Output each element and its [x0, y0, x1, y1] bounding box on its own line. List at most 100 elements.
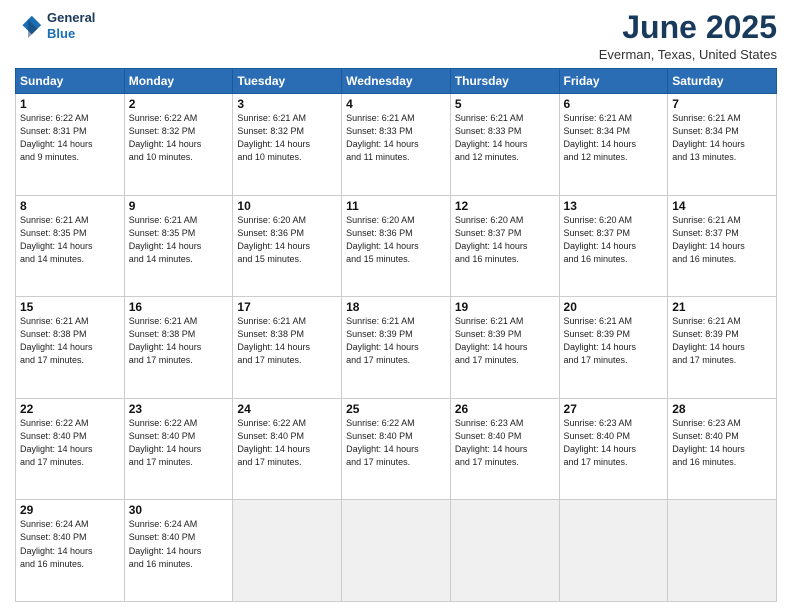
calendar-cell: 8Sunrise: 6:21 AM Sunset: 8:35 PM Daylig…	[16, 195, 125, 297]
day-info: Sunrise: 6:21 AM Sunset: 8:34 PM Dayligh…	[672, 112, 772, 164]
calendar-cell: 23Sunrise: 6:22 AM Sunset: 8:40 PM Dayli…	[124, 398, 233, 500]
calendar-cell: 15Sunrise: 6:21 AM Sunset: 8:38 PM Dayli…	[16, 297, 125, 399]
weekday-header-row: SundayMondayTuesdayWednesdayThursdayFrid…	[16, 69, 777, 94]
calendar-cell: 11Sunrise: 6:20 AM Sunset: 8:36 PM Dayli…	[342, 195, 451, 297]
day-number: 23	[129, 402, 229, 416]
week-row-3: 15 Sunrise: 6:21 AM Sunset: 8:38 PM Dayli…	[16, 297, 777, 399]
calendar-cell: 19Sunrise: 6:21 AM Sunset: 8:39 PM Dayli…	[450, 297, 559, 399]
day-info: Sunrise: 6:22 AM Sunset: 8:40 PM Dayligh…	[20, 417, 120, 469]
day-number: 4	[346, 97, 446, 111]
day-info: Sunrise: 6:23 AM Sunset: 8:40 PM Dayligh…	[564, 417, 664, 469]
day-info: Sunrise: 6:21 AM Sunset: 8:38 PM Dayligh…	[237, 315, 337, 367]
calendar-cell: 9Sunrise: 6:21 AM Sunset: 8:35 PM Daylig…	[124, 195, 233, 297]
calendar-cell: 5Sunrise: 6:21 AM Sunset: 8:33 PM Daylig…	[450, 94, 559, 196]
day-number: 19	[455, 300, 555, 314]
calendar-cell: 10Sunrise: 6:20 AM Sunset: 8:36 PM Dayli…	[233, 195, 342, 297]
day-number: 24	[237, 402, 337, 416]
day-info: Sunrise: 6:21 AM Sunset: 8:33 PM Dayligh…	[455, 112, 555, 164]
page: General Blue June 2025 Everman, Texas, U…	[0, 0, 792, 612]
calendar-cell: 6Sunrise: 6:21 AM Sunset: 8:34 PM Daylig…	[559, 94, 668, 196]
day-info: Sunrise: 6:24 AM Sunset: 8:40 PM Dayligh…	[129, 518, 229, 570]
day-number: 29	[20, 503, 120, 517]
calendar-table: SundayMondayTuesdayWednesdayThursdayFrid…	[15, 68, 777, 602]
header: General Blue June 2025 Everman, Texas, U…	[15, 10, 777, 62]
weekday-header-saturday: Saturday	[668, 69, 777, 94]
day-number: 22	[20, 402, 120, 416]
day-info: Sunrise: 6:21 AM Sunset: 8:34 PM Dayligh…	[564, 112, 664, 164]
calendar-cell: 21Sunrise: 6:21 AM Sunset: 8:39 PM Dayli…	[668, 297, 777, 399]
day-info: Sunrise: 6:21 AM Sunset: 8:39 PM Dayligh…	[672, 315, 772, 367]
day-info: Sunrise: 6:20 AM Sunset: 8:37 PM Dayligh…	[564, 214, 664, 266]
calendar-cell: 2Sunrise: 6:22 AM Sunset: 8:32 PM Daylig…	[124, 94, 233, 196]
calendar-cell: 3Sunrise: 6:21 AM Sunset: 8:32 PM Daylig…	[233, 94, 342, 196]
day-info: Sunrise: 6:21 AM Sunset: 8:39 PM Dayligh…	[564, 315, 664, 367]
day-info: Sunrise: 6:20 AM Sunset: 8:36 PM Dayligh…	[237, 214, 337, 266]
calendar-cell: 24Sunrise: 6:22 AM Sunset: 8:40 PM Dayli…	[233, 398, 342, 500]
day-number: 12	[455, 199, 555, 213]
day-info: Sunrise: 6:22 AM Sunset: 8:40 PM Dayligh…	[237, 417, 337, 469]
calendar-cell: 13Sunrise: 6:20 AM Sunset: 8:37 PM Dayli…	[559, 195, 668, 297]
weekday-header-wednesday: Wednesday	[342, 69, 451, 94]
day-number: 1	[20, 97, 120, 111]
day-number: 3	[237, 97, 337, 111]
day-number: 13	[564, 199, 664, 213]
calendar-cell: 12Sunrise: 6:20 AM Sunset: 8:37 PM Dayli…	[450, 195, 559, 297]
day-number: 10	[237, 199, 337, 213]
logo-icon	[15, 12, 43, 40]
calendar-cell: 7Sunrise: 6:21 AM Sunset: 8:34 PM Daylig…	[668, 94, 777, 196]
calendar-cell: 28Sunrise: 6:23 AM Sunset: 8:40 PM Dayli…	[668, 398, 777, 500]
week-row-1: 1Sunrise: 6:22 AM Sunset: 8:31 PM Daylig…	[16, 94, 777, 196]
day-number: 5	[455, 97, 555, 111]
day-info: Sunrise: 6:21 AM Sunset: 8:39 PM Dayligh…	[455, 315, 555, 367]
day-number: 2	[129, 97, 229, 111]
day-number: 7	[672, 97, 772, 111]
calendar-cell: 22Sunrise: 6:22 AM Sunset: 8:40 PM Dayli…	[16, 398, 125, 500]
day-number: 26	[455, 402, 555, 416]
weekday-header-monday: Monday	[124, 69, 233, 94]
calendar-cell: 30Sunrise: 6:24 AM Sunset: 8:40 PM Dayli…	[124, 500, 233, 602]
calendar-cell: 26Sunrise: 6:23 AM Sunset: 8:40 PM Dayli…	[450, 398, 559, 500]
day-number: 6	[564, 97, 664, 111]
calendar-cell: 16Sunrise: 6:21 AM Sunset: 8:38 PM Dayli…	[124, 297, 233, 399]
logo-text: General Blue	[47, 10, 95, 41]
week-row-2: 8Sunrise: 6:21 AM Sunset: 8:35 PM Daylig…	[16, 195, 777, 297]
day-info: Sunrise: 6:21 AM Sunset: 8:35 PM Dayligh…	[20, 214, 120, 266]
weekday-header-tuesday: Tuesday	[233, 69, 342, 94]
calendar-cell	[233, 500, 342, 602]
calendar-cell: 27Sunrise: 6:23 AM Sunset: 8:40 PM Dayli…	[559, 398, 668, 500]
day-info: Sunrise: 6:20 AM Sunset: 8:36 PM Dayligh…	[346, 214, 446, 266]
day-number: 25	[346, 402, 446, 416]
day-number: 16	[129, 300, 229, 314]
day-info: Sunrise: 6:23 AM Sunset: 8:40 PM Dayligh…	[455, 417, 555, 469]
weekday-header-thursday: Thursday	[450, 69, 559, 94]
location: Everman, Texas, United States	[599, 47, 777, 62]
week-row-4: 22Sunrise: 6:22 AM Sunset: 8:40 PM Dayli…	[16, 398, 777, 500]
day-info: Sunrise: 6:22 AM Sunset: 8:31 PM Dayligh…	[20, 112, 120, 164]
calendar-cell: 14Sunrise: 6:21 AM Sunset: 8:37 PM Dayli…	[668, 195, 777, 297]
day-number: 11	[346, 199, 446, 213]
title-block: June 2025 Everman, Texas, United States	[599, 10, 777, 62]
day-number: 17	[237, 300, 337, 314]
day-number: 20	[564, 300, 664, 314]
day-number: 9	[129, 199, 229, 213]
day-number: 8	[20, 199, 120, 213]
day-info: Sunrise: 6:21 AM Sunset: 8:33 PM Dayligh…	[346, 112, 446, 164]
day-info: Sunrise: 6:23 AM Sunset: 8:40 PM Dayligh…	[672, 417, 772, 469]
calendar-cell	[668, 500, 777, 602]
day-info: Sunrise: 6:24 AM Sunset: 8:40 PM Dayligh…	[20, 518, 120, 570]
calendar-cell	[450, 500, 559, 602]
day-info: Sunrise: 6:21 AM Sunset: 8:35 PM Dayligh…	[129, 214, 229, 266]
day-info: Sunrise: 6:21 AM Sunset: 8:38 PM Dayligh…	[129, 315, 229, 367]
day-info: Sunrise: 6:22 AM Sunset: 8:40 PM Dayligh…	[129, 417, 229, 469]
calendar-cell: 4Sunrise: 6:21 AM Sunset: 8:33 PM Daylig…	[342, 94, 451, 196]
day-number: 18	[346, 300, 446, 314]
day-number: 28	[672, 402, 772, 416]
day-number: 15	[20, 300, 120, 314]
day-info: Sunrise: 6:21 AM Sunset: 8:39 PM Dayligh…	[346, 315, 446, 367]
day-info: Sunrise: 6:21 AM Sunset: 8:37 PM Dayligh…	[672, 214, 772, 266]
day-info: Sunrise: 6:21 AM Sunset: 8:32 PM Dayligh…	[237, 112, 337, 164]
day-number: 14	[672, 199, 772, 213]
week-row-5: 29Sunrise: 6:24 AM Sunset: 8:40 PM Dayli…	[16, 500, 777, 602]
calendar-cell: 25Sunrise: 6:22 AM Sunset: 8:40 PM Dayli…	[342, 398, 451, 500]
calendar-cell: 18Sunrise: 6:21 AM Sunset: 8:39 PM Dayli…	[342, 297, 451, 399]
